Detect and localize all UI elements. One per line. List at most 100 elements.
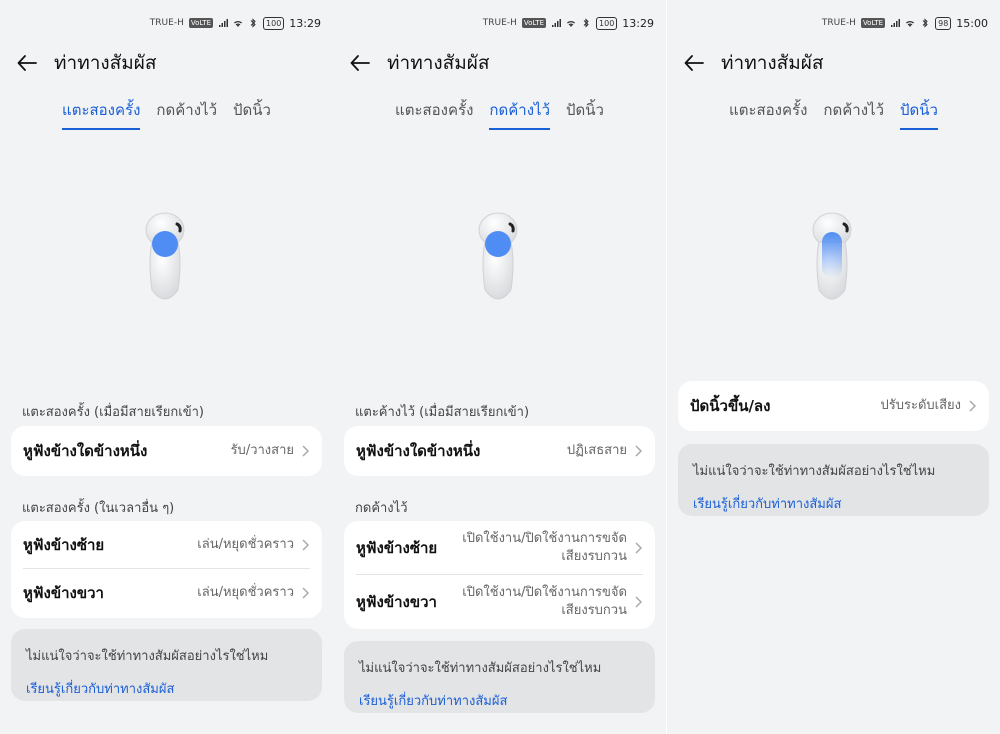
back-button[interactable] — [667, 46, 721, 80]
status-bar: TRUE-H VoLTE 100 13:29 — [483, 12, 654, 34]
row-right-earbud[interactable]: หูฟังข้างขวา เล่น/หยุดชั่วคราว — [11, 569, 322, 617]
screen-swipe: TRUE-H VoLTE 98 15:00 ท่าทางสัมผัส แตะสอ… — [667, 0, 1000, 734]
clock: 15:00 — [956, 16, 988, 30]
carrier-label: TRUE-H — [149, 18, 184, 28]
earbud-hold-icon — [478, 212, 517, 300]
row-either-earbud[interactable]: หูฟังข้างใดข้างหนึ่ง ปฏิเสธสาย — [344, 426, 655, 476]
help-card: ไม่แน่ใจว่าจะใช้ท่าทางสัมผัสอย่างไรใช่ไห… — [344, 641, 655, 713]
tab-double-tap[interactable]: แตะสองครั้ง — [395, 98, 473, 130]
wifi-icon — [906, 20, 915, 27]
tab-swipe[interactable]: ปัดนิ้ว — [233, 98, 271, 130]
signal-icon — [891, 19, 901, 27]
tab-swipe[interactable]: ปัดนิ้ว — [900, 98, 938, 130]
back-button[interactable] — [0, 46, 54, 80]
chevron-right-icon — [302, 587, 310, 599]
chevron-right-icon — [635, 445, 643, 457]
volte-badge: VoLTE — [521, 18, 547, 28]
chevron-right-icon — [302, 539, 310, 551]
gesture-tabs: แตะสองครั้ง กดค้างไว้ ปัดนิ้ว — [333, 98, 666, 130]
back-arrow-icon — [684, 55, 704, 71]
row-label: ปัดนิ้วขึ้น/ลง — [690, 397, 771, 415]
row-value-line1: เปิดใช้งาน/ปิดใช้งานการขจัด — [462, 531, 627, 546]
row-value: เปิดใช้งาน/ปิดใช้งานการขจัด เสียงรบกวน — [462, 584, 627, 620]
row-either-earbud[interactable]: หูฟังข้างใดข้างหนึ่ง รับ/วางสาย — [11, 426, 322, 476]
back-arrow-icon — [17, 55, 37, 71]
bluetooth-icon — [250, 18, 256, 28]
row-right: เล่น/หยุดชั่วคราว — [197, 584, 310, 602]
earbud-tap-icon — [145, 212, 184, 300]
tab-press-hold[interactable]: กดค้างไว้ — [823, 98, 884, 130]
row-right: เปิดใช้งาน/ปิดใช้งานการขจัด เสียงรบกวน — [462, 584, 643, 620]
help-card: ไม่แน่ใจว่าจะใช้ท่าทางสัมผัสอย่างไรใช่ไห… — [678, 444, 989, 516]
tab-press-hold[interactable]: กดค้างไว้ — [156, 98, 217, 130]
help-text: ไม่แน่ใจว่าจะใช้ท่าทางสัมผัสอย่างไรใช่ไห… — [359, 661, 602, 676]
wifi-icon — [567, 20, 576, 27]
row-value: รับ/วางสาย — [230, 443, 294, 458]
page-title: ท่าทางสัมผัส — [387, 52, 490, 74]
card-incoming-call: หูฟังข้างใดข้างหนึ่ง รับ/วางสาย — [11, 426, 322, 476]
volte-badge: VoLTE — [188, 18, 214, 28]
carrier-label: TRUE-H — [821, 18, 856, 28]
row-value: ปฏิเสธสาย — [566, 443, 627, 458]
wifi-icon — [234, 20, 243, 27]
row-value-line2: เสียงรบกวน — [561, 549, 627, 564]
help-link[interactable]: เรียนรู้เกี่ยวกับท่าทางสัมผัส — [26, 678, 307, 699]
row-right: รับ/วางสาย — [231, 442, 310, 460]
section-title-other-times: แตะสองครั้ง (ในเวลาอื่น ๆ) — [22, 501, 175, 516]
help-link[interactable]: เรียนรู้เกี่ยวกับท่าทางสัมผัส — [693, 493, 974, 514]
card-other-times: หูฟังข้างซ้าย เล่น/หยุดชั่วคราว หูฟังข้า… — [11, 521, 322, 618]
row-value-line2: เสียงรบกวน — [561, 603, 627, 618]
battery-level: 100 — [596, 16, 618, 30]
help-link[interactable]: เรียนรู้เกี่ยวกับท่าทางสัมผัส — [359, 690, 640, 711]
top-bar: ท่าทางสัมผัส — [0, 46, 333, 80]
gesture-tabs: แตะสองครั้ง กดค้างไว้ ปัดนิ้ว — [0, 98, 333, 130]
help-text: ไม่แน่ใจว่าจะใช้ท่าทางสัมผัสอย่างไรใช่ไห… — [26, 649, 269, 664]
chevron-right-icon — [302, 445, 310, 457]
top-bar: ท่าทางสัมผัส — [667, 46, 1000, 80]
battery-level: 98 — [935, 16, 952, 30]
tab-swipe[interactable]: ปัดนิ้ว — [566, 98, 604, 130]
row-label: หูฟังข้างใดข้างหนึ่ง — [23, 442, 148, 460]
clock: 13:29 — [289, 16, 321, 30]
row-label: หูฟังข้างซ้าย — [23, 536, 105, 554]
card-swipe: ปัดนิ้วขึ้น/ลง ปรับระดับเสียง — [678, 381, 989, 431]
row-value: เล่น/หยุดชั่วคราว — [197, 537, 294, 552]
section-title-press-hold: กดค้างไว้ — [355, 501, 408, 516]
bluetooth-icon — [583, 18, 589, 28]
card-incoming-call: หูฟังข้างใดข้างหนึ่ง ปฏิเสธสาย — [344, 426, 655, 476]
help-text: ไม่แน่ใจว่าจะใช้ท่าทางสัมผัสอย่างไรใช่ไห… — [693, 464, 936, 479]
tab-double-tap[interactable]: แตะสองครั้ง — [62, 98, 141, 130]
tab-press-hold[interactable]: กดค้างไว้ — [489, 98, 550, 130]
row-right: เปิดใช้งาน/ปิดใช้งานการขจัด เสียงรบกวน — [462, 530, 643, 566]
row-swipe-up-down[interactable]: ปัดนิ้วขึ้น/ลง ปรับระดับเสียง — [678, 381, 989, 431]
row-left-earbud[interactable]: หูฟังข้างซ้าย เปิดใช้งาน/ปิดใช้งานการขจั… — [344, 521, 655, 575]
status-bar: TRUE-H VoLTE 100 13:29 — [150, 12, 321, 34]
section-title-incoming-call: แตะค้างไว้ (เมื่อมีสายเรียกเข้า) — [355, 405, 530, 420]
bluetooth-icon — [922, 18, 928, 28]
page-title: ท่าทางสัมผัส — [54, 52, 157, 74]
earbud-illustration — [470, 208, 530, 318]
screens-container: TRUE-H VoLTE 100 13:29 ท่าทางสัมผัส แตะส… — [0, 0, 1000, 734]
signal-icon — [219, 19, 229, 27]
back-button[interactable] — [333, 46, 387, 80]
row-right-earbud[interactable]: หูฟังข้างขวา เปิดใช้งาน/ปิดใช้งานการขจัด… — [344, 575, 655, 629]
carrier-label: TRUE-H — [482, 18, 517, 28]
tab-double-tap[interactable]: แตะสองครั้ง — [729, 98, 807, 130]
back-arrow-icon — [350, 55, 370, 71]
row-value: เล่น/หยุดชั่วคราว — [197, 585, 294, 600]
row-value-line1: เปิดใช้งาน/ปิดใช้งานการขจัด — [462, 585, 627, 600]
row-right: ปฏิเสธสาย — [567, 442, 643, 460]
earbud-swipe-icon — [812, 212, 851, 300]
row-label: หูฟังข้างซ้าย — [356, 539, 438, 557]
volte-badge: VoLTE — [860, 18, 886, 28]
section-title-incoming-call: แตะสองครั้ง (เมื่อมีสายเรียกเข้า) — [22, 405, 204, 420]
page-title: ท่าทางสัมผัส — [721, 52, 824, 74]
row-value: ปรับระดับเสียง — [880, 398, 962, 413]
row-label: หูฟังข้างขวา — [23, 584, 104, 602]
row-label: หูฟังข้างใดข้างหนึ่ง — [356, 442, 481, 460]
screen-double-tap: TRUE-H VoLTE 100 13:29 ท่าทางสัมผัส แตะส… — [0, 0, 333, 734]
chevron-right-icon — [635, 596, 643, 608]
help-card: ไม่แน่ใจว่าจะใช้ท่าทางสัมผัสอย่างไรใช่ไห… — [11, 629, 322, 701]
row-right: เล่น/หยุดชั่วคราว — [197, 536, 310, 554]
row-left-earbud[interactable]: หูฟังข้างซ้าย เล่น/หยุดชั่วคราว — [11, 521, 322, 569]
